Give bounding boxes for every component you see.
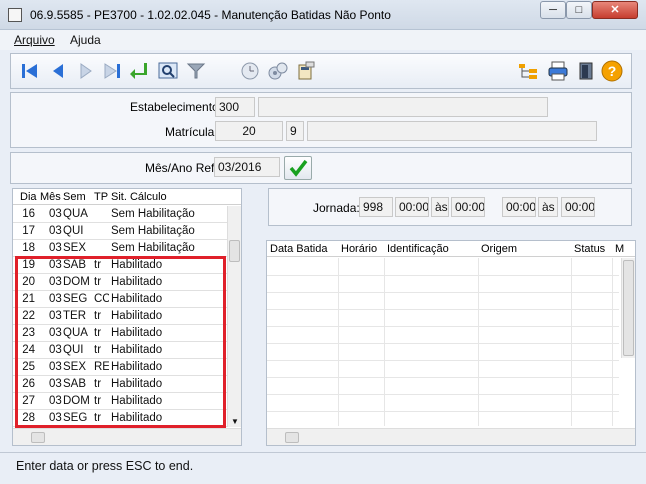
- grid-line: [267, 326, 619, 327]
- table-row[interactable]: 16 03 QUA Sem Habilitação: [13, 206, 227, 223]
- matricula-digit: 9: [286, 121, 304, 141]
- title-bar: 06.9.5585 - PE3700 - 1.02.02.045 - Manut…: [0, 0, 646, 30]
- batidas-table-header: Data Batida Horário Identificação Origem…: [267, 241, 635, 257]
- menu-bar: Arquivo Ajuda: [0, 30, 646, 50]
- batidas-hscroll-thumb[interactable]: [285, 432, 299, 443]
- estabelecimento-description: [258, 97, 548, 117]
- grid-line: [267, 360, 619, 361]
- maximize-button[interactable]: □: [566, 1, 592, 19]
- grid-line: [267, 275, 619, 276]
- jornada-code: 998: [359, 197, 393, 217]
- estabelecimento-label: Estabelecimento:: [130, 100, 223, 114]
- cell-sit: Sem Habilitação: [111, 242, 195, 254]
- app-icon: [8, 8, 22, 22]
- grid-line: [267, 394, 619, 395]
- cell-mes: 03: [49, 225, 62, 237]
- first-icon[interactable]: [19, 60, 41, 82]
- matricula-name: [307, 121, 597, 141]
- estabelecimento-input[interactable]: 300: [215, 97, 255, 117]
- print-icon[interactable]: [547, 60, 569, 82]
- col-identificacao[interactable]: Identificação: [387, 243, 449, 255]
- col-m[interactable]: M: [615, 243, 624, 255]
- days-vscroll-thumb[interactable]: [229, 240, 240, 262]
- menu-arquivo[interactable]: Arquivo: [14, 33, 55, 47]
- check-icon: [289, 159, 308, 177]
- jornada-time-2: 00:00: [451, 197, 485, 217]
- exit-icon[interactable]: [575, 60, 597, 82]
- col-mes[interactable]: Mês: [40, 191, 61, 203]
- period-panel: [10, 152, 632, 184]
- days-vscroll[interactable]: ▼: [227, 206, 241, 427]
- menu-ajuda[interactable]: Ajuda: [70, 33, 101, 47]
- last-icon[interactable]: [101, 60, 123, 82]
- confirm-button[interactable]: [284, 156, 312, 180]
- cell-dia: 17: [22, 225, 35, 237]
- cell-dia: 16: [22, 208, 35, 220]
- matricula-label: Matrícula:: [165, 125, 218, 139]
- col-data-batida[interactable]: Data Batida: [270, 243, 327, 255]
- mesano-label: Mês/Ano Ref:: [145, 161, 218, 175]
- toolbar: ?: [10, 53, 632, 89]
- col-sem[interactable]: Sem: [63, 191, 86, 203]
- col-dia[interactable]: Dia: [20, 191, 37, 203]
- calculator-icon[interactable]: [295, 60, 317, 82]
- cell-sem: QUI: [63, 225, 84, 237]
- status-bar: Enter data or press ESC to end.: [0, 452, 646, 484]
- col-origem[interactable]: Origem: [481, 243, 517, 255]
- scroll-down-icon[interactable]: ▼: [231, 417, 239, 426]
- close-button[interactable]: ✕: [592, 1, 638, 19]
- prev-icon[interactable]: [47, 60, 69, 82]
- cell-sem: SEX: [63, 242, 87, 254]
- next-icon[interactable]: [75, 60, 97, 82]
- batidas-vscroll[interactable]: [621, 258, 635, 358]
- jornada-as-2: às: [538, 197, 558, 217]
- jornada-as-1: às: [431, 197, 449, 217]
- days-hscroll[interactable]: [13, 428, 241, 445]
- settings-icon[interactable]: [267, 60, 289, 82]
- grid-line: [267, 411, 619, 412]
- matricula-input[interactable]: 20: [215, 121, 283, 141]
- col-status[interactable]: Status: [574, 243, 605, 255]
- batidas-table: Data Batida Horário Identificação Origem…: [266, 240, 636, 446]
- goto-icon[interactable]: [129, 60, 151, 82]
- cell-dia: 18: [22, 242, 35, 254]
- filter-icon[interactable]: [185, 60, 207, 82]
- jornada-time-3: 00:00: [502, 197, 536, 217]
- cell-sit: Sem Habilitação: [111, 208, 195, 220]
- grid-line: [267, 343, 619, 344]
- days-hscroll-thumb[interactable]: [31, 432, 45, 443]
- grid-line: [267, 377, 619, 378]
- grid-line: [267, 309, 619, 310]
- cell-mes: 03: [49, 208, 62, 220]
- col-horario[interactable]: Horário: [341, 243, 377, 255]
- col-tp[interactable]: TP: [94, 191, 108, 203]
- jornada-time-4: 00:00: [561, 197, 595, 217]
- tree-icon[interactable]: [517, 60, 539, 82]
- search-icon[interactable]: [157, 60, 179, 82]
- clock-icon[interactable]: [239, 60, 261, 82]
- grid-line: [267, 292, 619, 293]
- batidas-vscroll-thumb[interactable]: [623, 260, 634, 356]
- svg-text:?: ?: [608, 63, 617, 79]
- days-table-header: Dia Mês Sem TP Sit. Cálculo: [13, 189, 241, 205]
- window-title: 06.9.5585 - PE3700 - 1.02.02.045 - Manut…: [30, 8, 391, 22]
- batidas-hscroll[interactable]: [267, 428, 635, 445]
- col-sit[interactable]: Sit. Cálculo: [111, 191, 167, 203]
- table-row[interactable]: 18 03 SEX Sem Habilitação: [13, 240, 227, 257]
- batidas-grid: [267, 258, 619, 426]
- jornada-time-1: 00:00: [395, 197, 429, 217]
- mesano-input[interactable]: 03/2016: [214, 157, 280, 177]
- cell-mes: 03: [49, 242, 62, 254]
- status-text: Enter data or press ESC to end.: [16, 459, 194, 473]
- highlight-box: [15, 256, 226, 428]
- cell-sem: QUA: [63, 208, 88, 220]
- table-row[interactable]: 17 03 QUI Sem Habilitação: [13, 223, 227, 240]
- jornada-label: Jornada:: [313, 201, 360, 215]
- cell-sit: Sem Habilitação: [111, 225, 195, 237]
- minimize-button[interactable]: ─: [540, 1, 566, 19]
- help-icon[interactable]: ?: [601, 60, 623, 82]
